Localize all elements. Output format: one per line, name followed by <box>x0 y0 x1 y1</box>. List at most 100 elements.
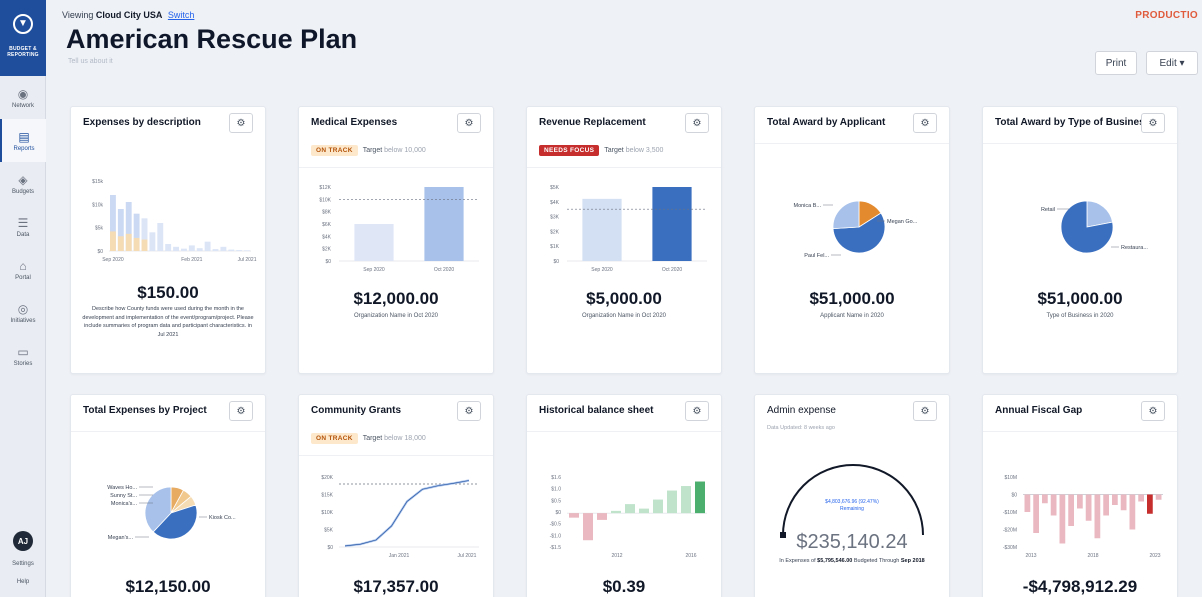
card-total-award-by-applicant: Total Award by Applicant ⚙ Monica B... Me… <box>754 106 950 374</box>
target-row: ON TRACK Target below 18,000 <box>311 433 426 444</box>
card-community-grants: Community Grants ⚙ ON TRACK Target below… <box>298 394 494 597</box>
target-value: below 3,500 <box>625 147 664 154</box>
bar <box>1050 494 1057 516</box>
bar <box>173 246 179 251</box>
card-historical-balance-sheet: Historical balance sheet ⚙ $1.6 $1.0 $0.5 $… <box>526 394 722 597</box>
y-tick-label: -$1.5 <box>550 545 562 551</box>
sidebar-item-stories[interactable]: ▭ Stories <box>0 334 46 377</box>
card-total-award-by-business: Total Award by Type of Business ⚙ Retail… <box>982 106 1178 374</box>
bar <box>181 248 187 251</box>
sidebar-item-label: Data <box>16 231 30 238</box>
bar <box>236 250 243 251</box>
bar <box>1059 494 1066 544</box>
bar <box>1120 494 1127 511</box>
divider <box>983 143 1177 144</box>
sidebar-item-portal[interactable]: ⌂ Portal <box>0 248 46 291</box>
bar <box>611 510 621 514</box>
community-grants-chart: $20K $15K $10K $5K $0 Jan 2021 Jul 2021 <box>321 475 479 559</box>
x-tick-label: Sep 2020 <box>363 267 385 273</box>
card-value: -$4,798,912.29 <box>1022 577 1138 596</box>
gear-icon[interactable]: ⚙ <box>913 113 937 133</box>
brand-logo-icon: ▼ <box>13 14 33 34</box>
divider <box>299 167 493 168</box>
y-tick-label: -$10M <box>1003 510 1017 516</box>
pie-label: Megan's... <box>108 535 134 541</box>
sidebar-item-data[interactable]: ☰ Data <box>0 205 46 248</box>
target-row: NEEDS FOCUS Target below 3,500 <box>539 145 663 156</box>
sidebar-item-label: Network <box>11 102 34 109</box>
portal-icon: ⌂ <box>19 258 27 273</box>
gear-icon[interactable]: ⚙ <box>913 401 937 421</box>
card-title: Total Award by Type of Business <box>995 117 1151 128</box>
gear-icon[interactable]: ⚙ <box>229 113 253 133</box>
x-tick-label: Jan 2021 <box>389 553 410 559</box>
gear-icon[interactable]: ⚙ <box>685 401 709 421</box>
y-tick-label: $12K <box>319 185 331 191</box>
card-medical-expenses: Medical Expenses ⚙ ON TRACK Target below… <box>298 106 494 374</box>
settings-link[interactable]: Settings <box>0 561 46 579</box>
y-tick-label: $0 <box>325 259 331 265</box>
gear-icon[interactable]: ⚙ <box>1141 113 1165 133</box>
y-tick-label: $1.0 <box>551 487 561 493</box>
card-title: Medical Expenses <box>311 117 398 128</box>
gear-icon[interactable]: ⚙ <box>685 113 709 133</box>
foot-amount: $5,795,546.00 <box>817 558 853 564</box>
x-tick-label: 2016 <box>685 553 696 559</box>
x-tick-label: Oct 2020 <box>434 267 455 273</box>
pie-label: Megan Go... <box>887 219 918 225</box>
revenue-replacement-chart: $5K $4K $3K $2K $1K $0 Sep 2020 Oct 2020 <box>550 185 707 273</box>
avatar[interactable]: AJ <box>13 531 33 551</box>
y-tick-label: $4K <box>550 200 560 206</box>
pie-label: Monica's... <box>111 501 138 507</box>
print-button[interactable]: Print <box>1095 51 1137 75</box>
gear-icon[interactable]: ⚙ <box>457 401 481 421</box>
y-tick-label: $10K <box>321 510 333 516</box>
network-icon: ◉ <box>17 86 29 101</box>
data-icon: ☰ <box>17 215 29 230</box>
series-line <box>344 479 470 548</box>
y-tick-label: $15k <box>92 179 103 185</box>
switch-org-link[interactable]: Switch <box>168 10 195 20</box>
medical-expenses-chart: $12K $10K $8K $6K $4K $2K $0 Sep 2020 Oct 2020 <box>319 185 479 273</box>
page-subtitle[interactable]: Tell us about it <box>68 58 113 65</box>
y-tick-label: -$1.0 <box>550 533 562 539</box>
bar-segment <box>110 231 116 251</box>
sidebar-item-reports[interactable]: ▤ Reports <box>0 119 46 162</box>
target-label: Target <box>362 147 383 154</box>
y-tick-label: -$20M <box>1003 528 1017 534</box>
sidebar-bottom: AJ Settings Help <box>0 531 46 597</box>
bar <box>196 248 203 251</box>
sidebar-item-budgets[interactable]: ◈ Budgets <box>0 162 46 205</box>
y-tick-label: $2K <box>322 247 332 253</box>
gear-icon[interactable]: ⚙ <box>1141 401 1165 421</box>
y-tick-label: $5K <box>550 185 560 191</box>
pie-label: Restaura... <box>1121 245 1148 251</box>
target-label: Target <box>362 435 383 442</box>
bar <box>1024 494 1031 512</box>
bar <box>220 246 227 251</box>
help-link[interactable]: Help <box>0 579 46 597</box>
divider <box>527 167 721 168</box>
card-admin-expense: Admin expense ⚙ Data Updated: 8 weeks ag… <box>754 394 950 597</box>
bar <box>652 187 692 261</box>
sidebar-item-label: Reports <box>13 145 35 152</box>
card-total-expenses-by-project: Total Expenses by Project ⚙ Waves Ho... S… <box>70 394 266 597</box>
card-description: Describe how County funds were used duri… <box>82 306 254 338</box>
foot-middle: Budgeted Through <box>853 558 900 564</box>
sidebar-item-network[interactable]: ◉ Network <box>0 76 46 119</box>
bar <box>157 223 164 251</box>
bar <box>653 499 663 514</box>
brand[interactable]: ▼ BUDGET & REPORTING <box>0 0 46 76</box>
sidebar-item-initiatives[interactable]: ◎ Initiatives <box>0 291 46 334</box>
y-tick-label: $0.5 <box>551 498 561 504</box>
edit-button[interactable]: Edit ▾ <box>1146 51 1198 75</box>
bar <box>244 250 250 251</box>
gauge-remaining-amount: $4,803,676.96 (92.47%) <box>825 499 879 505</box>
card-title: Total Award by Applicant <box>767 117 886 128</box>
card-title: Expenses by description <box>83 117 201 128</box>
bar <box>681 486 691 514</box>
gear-icon[interactable]: ⚙ <box>457 113 481 133</box>
card-title: Revenue Replacement <box>539 117 646 128</box>
card-value: $12,000.00 <box>353 289 439 308</box>
gear-icon[interactable]: ⚙ <box>229 401 253 421</box>
